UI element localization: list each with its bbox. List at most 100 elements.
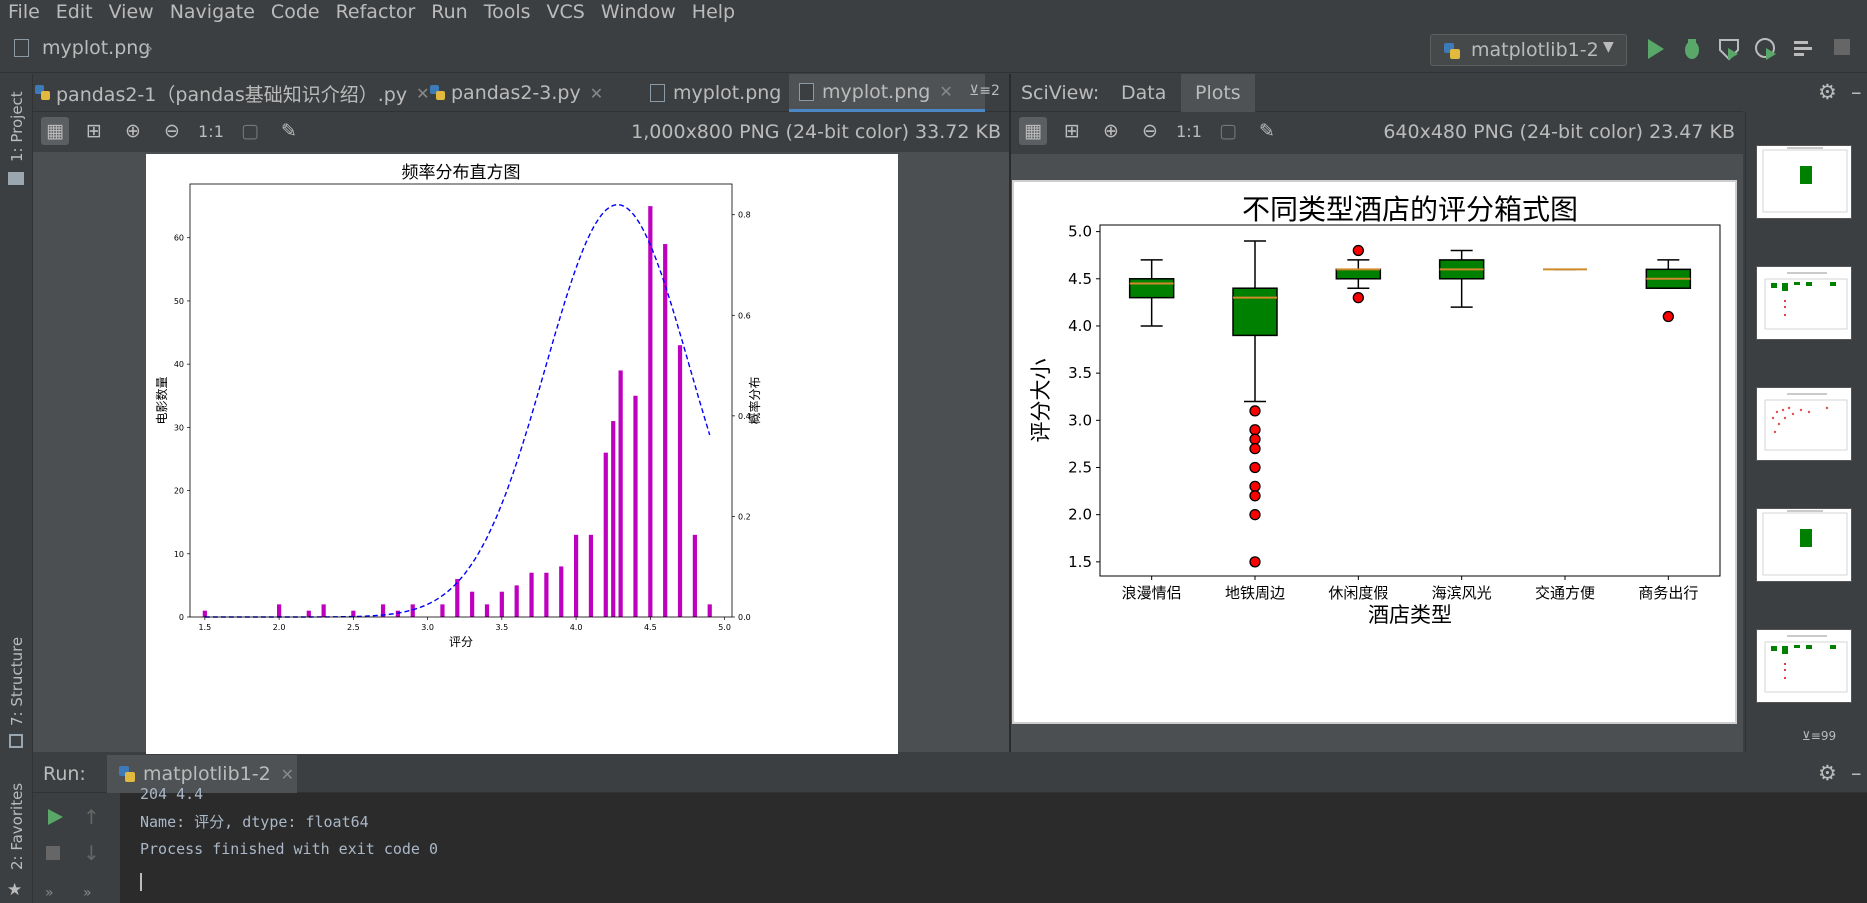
actual-size-button[interactable]: 1:1 bbox=[197, 117, 225, 145]
breadcrumb[interactable]: myplot.png bbox=[42, 37, 150, 59]
y2-tick-label: 0.8 bbox=[738, 211, 751, 220]
tabs-overflow-button[interactable]: ⊻≡2 bbox=[969, 83, 1000, 99]
tab-label: myplot.png bbox=[673, 82, 782, 104]
menu-run[interactable]: Run bbox=[423, 0, 475, 24]
chessboard-icon[interactable]: ▦ bbox=[1019, 117, 1047, 145]
outlier-point bbox=[1352, 292, 1364, 304]
x-tick-label: 4.5 bbox=[644, 623, 657, 632]
y-tick-label: 10 bbox=[174, 550, 184, 559]
close-icon[interactable]: ✕ bbox=[939, 82, 952, 101]
y2-tick-label: 0.2 bbox=[738, 512, 751, 521]
box bbox=[1128, 278, 1175, 299]
profile-icon[interactable] bbox=[1754, 36, 1778, 66]
menu-file[interactable]: File bbox=[0, 0, 48, 24]
console-output[interactable]: 204 4.4 Name: 评分, dtype: float64 Process… bbox=[120, 785, 1867, 903]
debug-icon[interactable] bbox=[1680, 36, 1704, 66]
tab-myplot-active[interactable]: myplot.png ✕ bbox=[789, 74, 985, 112]
zoom-out-icon[interactable]: ⊖ bbox=[158, 117, 186, 145]
histogram-bar bbox=[707, 604, 712, 617]
plot-thumbnail[interactable] bbox=[1756, 629, 1852, 703]
boxplot-image: 不同类型酒店的评分箱式图 浪漫情侣 地铁周边 休闲度假 海滨风光 交通方便 商务出行 1.5 2… bbox=[1012, 180, 1737, 724]
tab-pandas2-3[interactable]: pandas2-3.py ✕ bbox=[430, 74, 640, 112]
close-icon[interactable]: ✕ bbox=[281, 765, 294, 784]
color-picker-icon[interactable]: ✎ bbox=[1253, 117, 1281, 145]
left-image-canvas: 频率分布直方图 1.5 2.0 2.5 3.0 3.5 4.0 4.5 5.0 0 10 20 30 40… bbox=[33, 152, 1009, 754]
tab-plots[interactable]: Plots bbox=[1181, 74, 1255, 112]
thumbnail-count[interactable]: ⊻≡99 bbox=[1802, 729, 1836, 743]
structure-icon bbox=[9, 734, 23, 748]
menu-help[interactable]: Help bbox=[684, 0, 743, 24]
histogram-bar bbox=[677, 345, 683, 617]
concurrency-icon[interactable] bbox=[1791, 36, 1815, 66]
minimize-icon[interactable]: – bbox=[1851, 80, 1862, 104]
editor-tabs: pandas2-1（pandas基础知识介绍）.py ✕ pandas2-3.p… bbox=[33, 74, 1009, 112]
stop-icon[interactable] bbox=[46, 846, 60, 860]
tab-data[interactable]: Data bbox=[1107, 74, 1180, 112]
menu-code[interactable]: Code bbox=[263, 0, 328, 24]
menu-tools[interactable]: Tools bbox=[476, 0, 539, 24]
image-file-icon bbox=[799, 82, 814, 101]
histogram-bar bbox=[321, 604, 326, 617]
arrow-up-icon[interactable]: ↑ bbox=[83, 805, 100, 829]
menu-bar: File Edit View Navigate Code Refactor Run Tools… bbox=[0, 0, 1867, 24]
stop-icon[interactable] bbox=[1834, 39, 1850, 55]
chevron-down-icon: ▼ bbox=[1603, 39, 1614, 55]
sciview-title: SciView: bbox=[1021, 82, 1100, 104]
gear-icon[interactable]: ⚙ bbox=[1818, 80, 1837, 104]
outlier-point bbox=[1249, 433, 1261, 445]
close-icon[interactable]: ✕ bbox=[416, 84, 429, 103]
minimize-icon[interactable]: – bbox=[1851, 761, 1862, 785]
outlier-point bbox=[1249, 442, 1261, 455]
outlier-point bbox=[1352, 244, 1364, 257]
chessboard-icon[interactable]: ▦ bbox=[41, 117, 69, 145]
fit-zoom-icon[interactable]: ▢ bbox=[1214, 117, 1242, 145]
zoom-out-icon[interactable]: ⊖ bbox=[1136, 117, 1164, 145]
project-tool-button[interactable]: 1: Project bbox=[8, 91, 26, 162]
fit-zoom-icon[interactable]: ▢ bbox=[236, 117, 264, 145]
right-image-toolbar: ▦ ⊞ ⊕ ⊖ 1:1 ▢ ✎ 640x480 PNG (24-bit colo… bbox=[1011, 112, 1743, 150]
histogram-bar bbox=[470, 591, 475, 617]
run-icon[interactable] bbox=[1643, 36, 1667, 66]
gear-icon[interactable]: ⚙ bbox=[1818, 761, 1837, 785]
histogram-bar bbox=[529, 572, 534, 617]
x-tick-label: 交通方便 bbox=[1535, 584, 1595, 602]
outlier-point bbox=[1249, 490, 1261, 502]
outlier-point bbox=[1249, 556, 1261, 568]
favorites-tool-button[interactable]: 2: Favorites bbox=[8, 783, 26, 870]
plot-thumbnail[interactable] bbox=[1756, 145, 1852, 219]
menu-refactor[interactable]: Refactor bbox=[328, 0, 424, 24]
sciview-panel: SciView: Data Plots ▦ ⊞ ⊕ ⊖ 1:1 ▢ ✎ 640x… bbox=[1011, 74, 1743, 752]
zoom-in-icon[interactable]: ⊕ bbox=[1097, 117, 1125, 145]
rerun-icon[interactable] bbox=[45, 807, 65, 831]
grid-icon[interactable]: ⊞ bbox=[1058, 117, 1086, 145]
tab-pandas2-1[interactable]: pandas2-1（pandas基础知识介绍）.py ✕ bbox=[33, 74, 429, 112]
close-icon[interactable]: ✕ bbox=[590, 84, 603, 103]
run-toolbar: Run: matplotlib1-2 ✕ ⚙ – bbox=[33, 755, 1867, 793]
menu-navigate[interactable]: Navigate bbox=[162, 0, 263, 24]
menu-edit[interactable]: Edit bbox=[48, 0, 101, 24]
plot-thumbnail[interactable] bbox=[1756, 508, 1852, 582]
plot-thumbnail[interactable] bbox=[1756, 387, 1852, 461]
left-image-toolbar: ▦ ⊞ ⊕ ⊖ 1:1 ▢ ✎ 1,000x800 PNG (24-bit co… bbox=[33, 112, 1009, 150]
x-tick-label: 商务出行 bbox=[1638, 584, 1698, 602]
console-line-partial: 204 4.4 bbox=[140, 785, 204, 803]
y2-axis-label: 概率分布 bbox=[747, 376, 762, 424]
structure-tool-button[interactable]: 7: Structure bbox=[8, 637, 26, 726]
outlier-point bbox=[1249, 509, 1261, 521]
run-config-dropdown[interactable]: matplotlib1-2 ▼ bbox=[1430, 34, 1627, 66]
histogram-bar bbox=[514, 585, 519, 617]
zoom-in-icon[interactable]: ⊕ bbox=[119, 117, 147, 145]
menu-view[interactable]: View bbox=[101, 0, 162, 24]
arrow-down-icon[interactable]: ↓ bbox=[83, 841, 100, 865]
outlier-point bbox=[1249, 424, 1261, 436]
expand-icon[interactable]: » bbox=[45, 885, 54, 901]
plot-thumbnail[interactable] bbox=[1756, 266, 1852, 340]
folder-icon bbox=[8, 172, 24, 185]
color-picker-icon[interactable]: ✎ bbox=[275, 117, 303, 145]
expand-icon[interactable]: » bbox=[83, 885, 92, 901]
menu-window[interactable]: Window bbox=[593, 0, 684, 24]
menu-vcs[interactable]: VCS bbox=[539, 0, 593, 24]
actual-size-button[interactable]: 1:1 bbox=[1175, 117, 1203, 145]
coverage-icon[interactable] bbox=[1717, 36, 1741, 66]
grid-icon[interactable]: ⊞ bbox=[80, 117, 108, 145]
